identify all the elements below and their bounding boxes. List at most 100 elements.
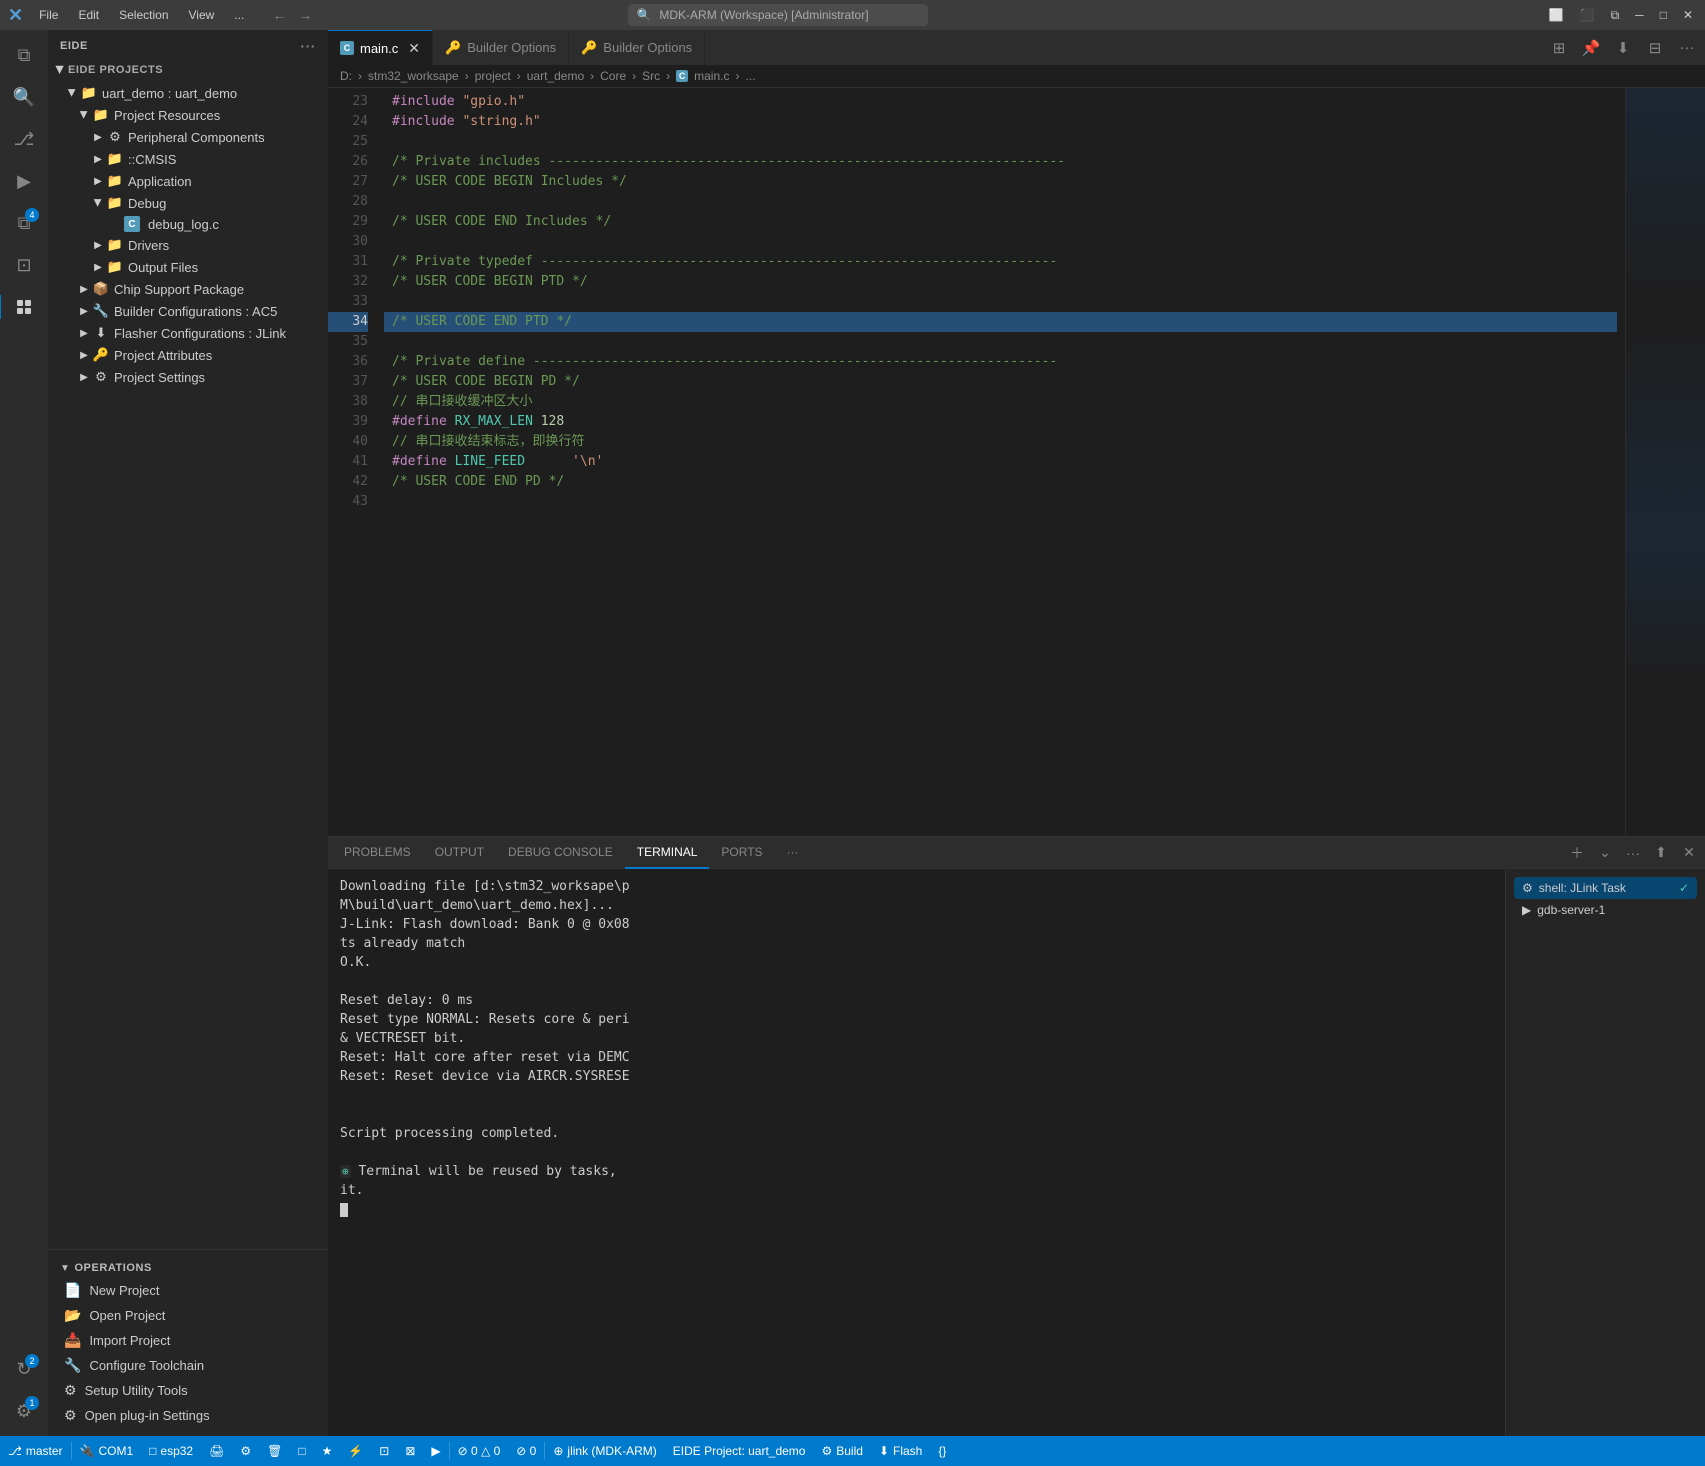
- nav-back[interactable]: ←: [268, 5, 290, 25]
- tab-builder-options-2[interactable]: 🔑 Builder Options: [569, 30, 705, 65]
- activity-remote[interactable]: ⊡: [7, 248, 41, 282]
- op-configure-toolchain[interactable]: 🔧 Configure Toolchain: [48, 1353, 328, 1378]
- terminal-more-icon[interactable]: ⌄: [1593, 841, 1617, 865]
- activity-search[interactable]: 🔍: [7, 80, 41, 114]
- op-open-project[interactable]: 📂 Open Project: [48, 1303, 328, 1328]
- terminal-maximize-icon[interactable]: ⬆: [1649, 841, 1673, 865]
- sidebar-item-peripheral-components[interactable]: ▶ ⚙ Peripheral Components: [48, 126, 328, 148]
- code-line-33: [384, 292, 1617, 312]
- sidebar-more-icon[interactable]: ···: [300, 38, 316, 54]
- tab-problems[interactable]: PROBLEMS: [332, 837, 423, 869]
- layout-icon3[interactable]: ⧉: [1607, 8, 1624, 23]
- activity-extensions[interactable]: ⧉ 4: [7, 206, 41, 240]
- sidebar-toggle-icon[interactable]: ⊟: [1641, 34, 1669, 62]
- status-settings[interactable]: ⚙: [232, 1436, 259, 1466]
- title-search[interactable]: 🔍 MDK-ARM (Workspace) [Administrator]: [628, 4, 928, 26]
- operations-header[interactable]: ▼ OPERATIONS: [48, 1258, 328, 1278]
- sidebar-item-output-files[interactable]: ▶ 📁 Output Files: [48, 256, 328, 278]
- project-root[interactable]: ▶ 📁 uart_demo : uart_demo: [48, 82, 328, 104]
- sidebar-item-builder-config[interactable]: ▶ 🔧 Builder Configurations : AC5: [48, 300, 328, 322]
- status-serial[interactable]: ▶: [423, 1436, 448, 1466]
- sidebar-item-project-attributes[interactable]: ▶ 🔑 Project Attributes: [48, 344, 328, 366]
- download-icon[interactable]: ⬇: [1609, 34, 1637, 62]
- activity-source-control[interactable]: ⎇: [7, 122, 41, 156]
- code-content[interactable]: #include "gpio.h" #include "string.h" /*…: [376, 88, 1625, 836]
- close-button[interactable]: ✕: [1679, 8, 1697, 23]
- sidebar-item-debug[interactable]: ▶ 📁 Debug: [48, 192, 328, 214]
- status-com[interactable]: 🔌 COM1: [72, 1436, 142, 1466]
- terminal-options-icon[interactable]: ···: [1621, 841, 1645, 865]
- tab-builder-options-1[interactable]: 🔑 Builder Options: [433, 30, 569, 65]
- tab-main-c[interactable]: C main.c ✕: [328, 30, 433, 65]
- status-monitor[interactable]: ⊠: [397, 1436, 423, 1466]
- tab-ports[interactable]: PORTS: [709, 837, 774, 869]
- layout-icon1[interactable]: ⬜: [1545, 8, 1568, 23]
- activity-settings[interactable]: ⚙ 1: [7, 1394, 41, 1428]
- status-eide-project[interactable]: EIDE Project: uart_demo: [665, 1436, 814, 1466]
- status-build[interactable]: ⚙ Build: [813, 1436, 870, 1466]
- activity-explorer[interactable]: ⧉: [7, 38, 41, 72]
- tab-more[interactable]: ···: [775, 837, 811, 869]
- projects-section-header[interactable]: ▶ EIDE PROJECTS: [48, 58, 328, 82]
- sidebar-item-application[interactable]: ▶ 📁 Application: [48, 170, 328, 192]
- status-git[interactable]: ⎇ master: [0, 1436, 71, 1466]
- op-import-project[interactable]: 📥 Import Project: [48, 1328, 328, 1353]
- shell-icon: ⚙: [1522, 881, 1533, 895]
- status-errors[interactable]: ⊘ 0 △ 0: [450, 1436, 509, 1466]
- menu-view[interactable]: View: [181, 6, 223, 24]
- terminal-close-icon[interactable]: ✕: [1677, 841, 1701, 865]
- minimize-button[interactable]: ─: [1631, 8, 1648, 23]
- terminal-output[interactable]: Downloading file [d:\stm32_worksape\p M\…: [328, 869, 1505, 1436]
- status-jlink[interactable]: ⊕ jlink (MDK-ARM): [545, 1436, 664, 1466]
- status-braces[interactable]: {}: [930, 1436, 954, 1466]
- debug-arrow: ▶: [90, 195, 106, 211]
- activity-eide[interactable]: [7, 290, 41, 324]
- tab-main-c-close[interactable]: ✕: [408, 40, 420, 57]
- status-warnings[interactable]: ⊘ 0: [508, 1436, 544, 1466]
- pin-icon[interactable]: 📌: [1577, 34, 1605, 62]
- status-flash-bolt[interactable]: ⚡: [340, 1436, 371, 1466]
- sidebar-item-cmsis[interactable]: ▶ 📁 ::CMSIS: [48, 148, 328, 170]
- sidebar-item-debug-log-c[interactable]: ▶ C debug_log.c: [48, 214, 328, 234]
- maximize-button[interactable]: □: [1656, 8, 1671, 23]
- status-star[interactable]: ★: [314, 1436, 341, 1466]
- op-setup-utility-tools[interactable]: ⚙ Setup Utility Tools: [48, 1378, 328, 1403]
- terminal-session-gdb[interactable]: ▶ gdb-server-1: [1514, 899, 1697, 921]
- op-new-project[interactable]: 📄 New Project: [48, 1278, 328, 1303]
- nav-forward[interactable]: →: [294, 5, 316, 25]
- tab-debug-console[interactable]: DEBUG CONSOLE: [496, 837, 625, 869]
- minimap: [1625, 88, 1705, 836]
- builder-icon: 🔧: [92, 302, 110, 320]
- sidebar-item-drivers[interactable]: ▶ 📁 Drivers: [48, 234, 328, 256]
- activity-settings-sync[interactable]: ↻ 2: [7, 1352, 41, 1386]
- sidebar-item-chip-support[interactable]: ▶ 📦 Chip Support Package: [48, 278, 328, 300]
- status-trash[interactable]: 🗑: [259, 1436, 290, 1466]
- status-build-square[interactable]: □: [290, 1436, 313, 1466]
- activity-debug[interactable]: ▶: [7, 164, 41, 198]
- resources-icon: 📁: [92, 106, 110, 124]
- split-editor-icon[interactable]: ⊞: [1545, 34, 1573, 62]
- menu-selection[interactable]: Selection: [111, 6, 176, 24]
- new-terminal-icon[interactable]: ＋: [1565, 841, 1589, 865]
- menu-edit[interactable]: Edit: [70, 6, 107, 24]
- sidebar-item-project-resources[interactable]: ▶ 📁 Project Resources: [48, 104, 328, 126]
- breadcrumb-src: Src: [642, 69, 660, 83]
- terminal-session-jlink[interactable]: ⚙ shell: JLink Task ✓: [1514, 877, 1697, 899]
- menu-more[interactable]: ...: [226, 6, 252, 24]
- op-open-plugin-settings[interactable]: ⚙ Open plug-in Settings: [48, 1403, 328, 1428]
- status-terminal-sq[interactable]: ⊡: [371, 1436, 397, 1466]
- c-file-icon: C: [124, 216, 140, 232]
- more-options-icon[interactable]: ···: [1673, 34, 1701, 62]
- tab-output[interactable]: OUTPUT: [423, 837, 496, 869]
- settings-badge: 1: [25, 1396, 39, 1410]
- sidebar-item-flasher-config[interactable]: ▶ ⬇ Flasher Configurations : JLink: [48, 322, 328, 344]
- code-editor: 23 24 25 26 27 28 29 30 31 32 33 34 35 3…: [328, 88, 1705, 836]
- status-printer[interactable]: 🖨: [201, 1436, 232, 1466]
- layout-icon2[interactable]: ⬛: [1576, 8, 1599, 23]
- sidebar-item-project-settings[interactable]: ▶ ⚙ Project Settings: [48, 366, 328, 388]
- tab-terminal[interactable]: TERMINAL: [625, 837, 710, 869]
- menu-file[interactable]: File: [31, 6, 66, 24]
- code-line-38: // 串口接收缓冲区大小: [384, 392, 1617, 412]
- status-board[interactable]: □ esp32: [141, 1436, 201, 1466]
- status-flash[interactable]: ⬇ Flash: [871, 1436, 930, 1466]
